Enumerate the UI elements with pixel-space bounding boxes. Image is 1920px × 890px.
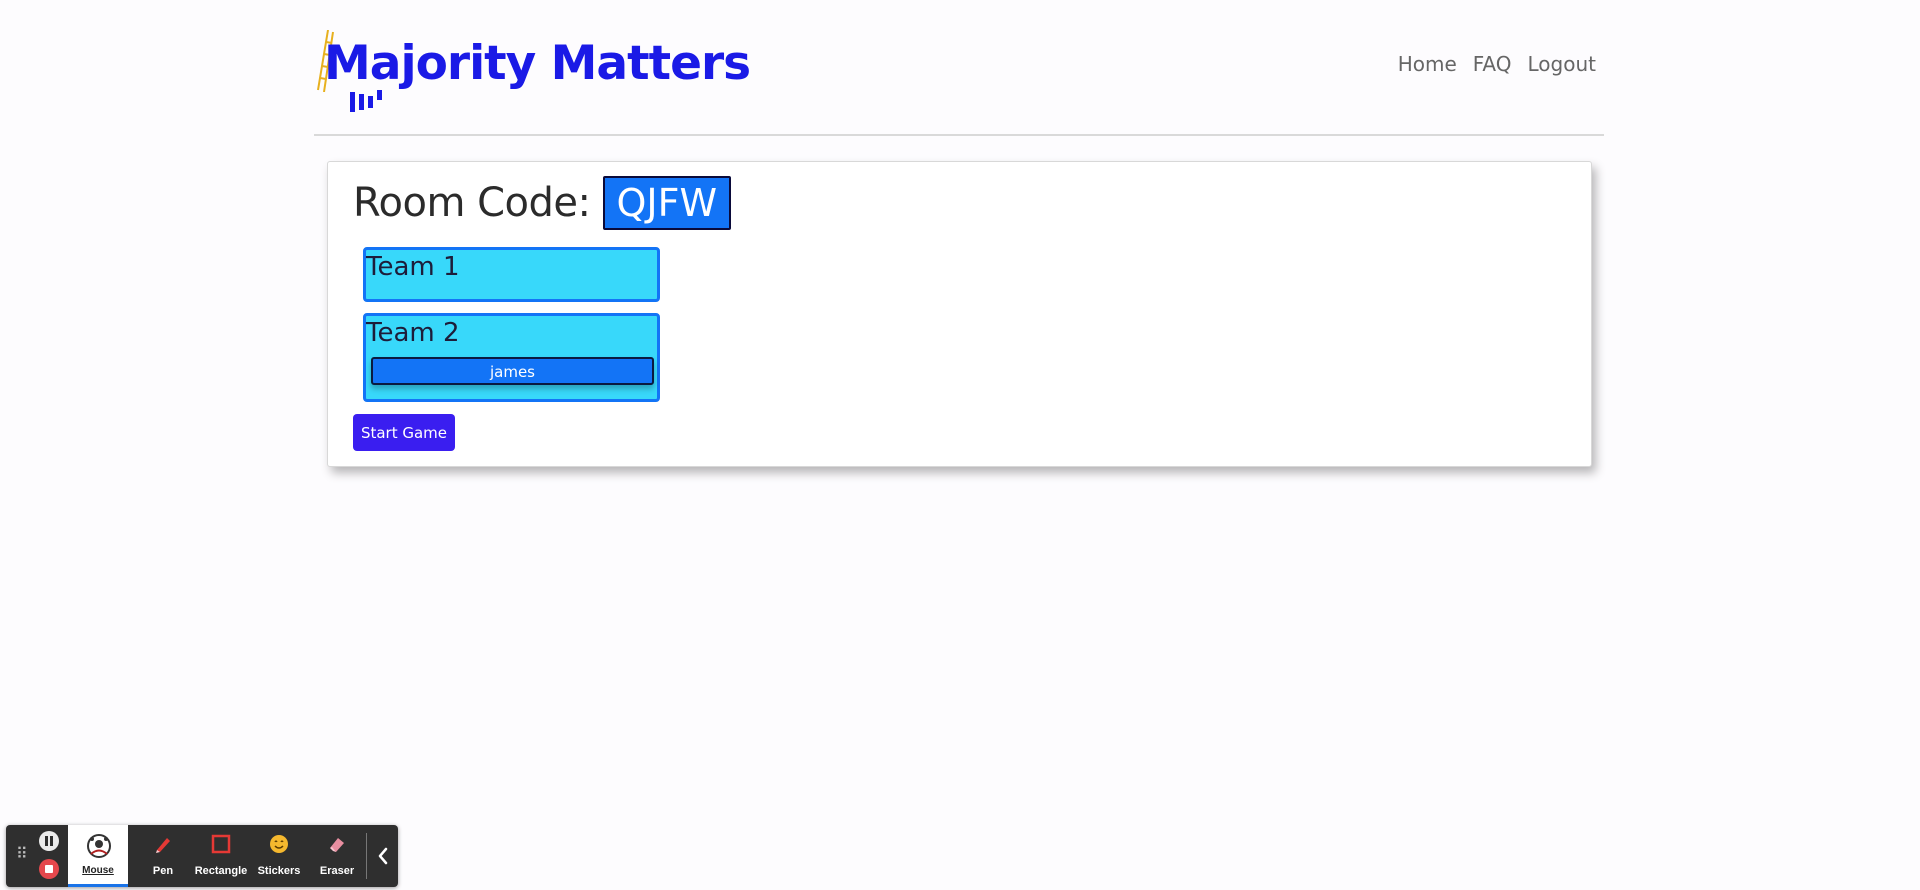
nav-faq-link[interactable]: FAQ [1473, 52, 1512, 76]
mouse-tool-label: Mouse [82, 865, 114, 876]
chevron-left-icon[interactable] [374, 845, 392, 867]
team-1-name: Team 1 [366, 252, 460, 282]
team-2-name: Team 2 [366, 318, 460, 348]
eraser-icon [330, 838, 344, 852]
start-game-button[interactable]: Start Game [353, 414, 455, 451]
room-code-label: Room Code: [353, 180, 591, 226]
stop-button[interactable] [39, 859, 59, 879]
bar-chart-icon [350, 90, 382, 112]
main-nav: Home FAQ Logout [1398, 52, 1596, 76]
annotation-toolbar: ⠿ Mouse Pen Rectangle Stickers Eraser [6, 825, 398, 887]
room-card: Room Code: QJFW Team 1 Team 2 james Star… [327, 161, 1592, 467]
drag-handle-icon[interactable]: ⠿ [16, 847, 28, 863]
mouse-icon [87, 834, 111, 858]
room-code-value: QJFW [602, 176, 732, 230]
rectangle-tool-label: Rectangle [194, 865, 248, 877]
sticker-icon [270, 835, 288, 853]
site-header: Majority Matters Home FAQ Logout [314, 0, 1604, 136]
logo-text: Majority Matters [324, 36, 751, 91]
rectangle-icon [211, 834, 231, 854]
stickers-tool-button[interactable]: Stickers [250, 825, 308, 887]
pen-tool-button[interactable]: Pen [134, 825, 192, 887]
rectangle-tool-button[interactable]: Rectangle [192, 825, 250, 887]
nav-home-link[interactable]: Home [1398, 52, 1457, 76]
pen-icon [156, 838, 170, 853]
team-1-box[interactable]: Team 1 [363, 247, 660, 302]
eraser-tool-button[interactable]: Eraser [308, 825, 366, 887]
logo[interactable]: Majority Matters [314, 26, 751, 114]
team-2-box[interactable]: Team 2 james [363, 313, 660, 402]
mouse-tool-button[interactable]: Mouse [68, 825, 128, 887]
page: Majority Matters Home FAQ Logout Room Co… [0, 0, 1920, 890]
pause-button[interactable] [39, 831, 59, 851]
nav-logout-link[interactable]: Logout [1528, 52, 1596, 76]
stickers-tool-label: Stickers [257, 865, 301, 877]
toolbar-divider [366, 833, 367, 879]
pen-tool-label: Pen [152, 865, 174, 877]
eraser-tool-label: Eraser [319, 865, 355, 877]
player-chip[interactable]: james [371, 357, 654, 385]
room-heading: Room Code: QJFW [353, 176, 732, 230]
